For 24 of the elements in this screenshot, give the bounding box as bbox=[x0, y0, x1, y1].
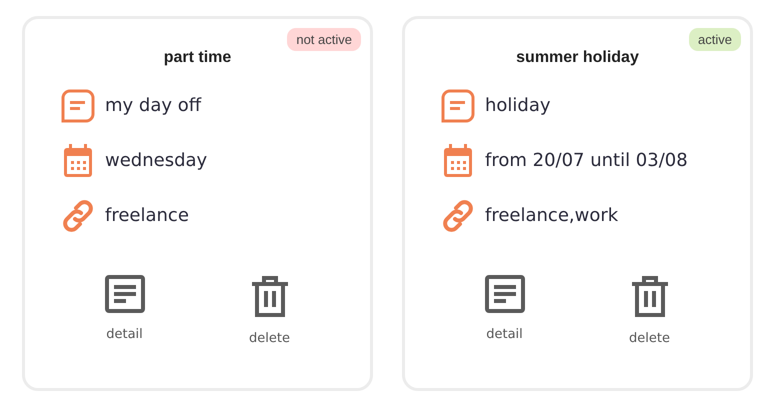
trash-icon bbox=[250, 275, 288, 317]
detail-button[interactable]: detail bbox=[432, 275, 577, 346]
card-title: part time bbox=[162, 49, 232, 68]
link-icon bbox=[441, 198, 475, 232]
row-text: holiday bbox=[485, 95, 551, 116]
row-text: freelance,work bbox=[485, 205, 618, 226]
calendar-icon bbox=[441, 144, 475, 178]
calendar-icon bbox=[61, 144, 95, 178]
row-text: from 20/07 until 03/08 bbox=[485, 150, 688, 171]
row-text: wednesday bbox=[105, 150, 208, 171]
document-icon bbox=[484, 275, 524, 313]
message-icon bbox=[441, 88, 475, 122]
delete-button[interactable]: delete bbox=[197, 275, 342, 346]
message-icon bbox=[61, 88, 95, 122]
trash-icon bbox=[630, 275, 668, 317]
detail-button[interactable]: detail bbox=[52, 275, 197, 346]
status-badge: active bbox=[689, 28, 741, 51]
card-title: summer holiday bbox=[515, 49, 640, 68]
link-icon bbox=[61, 198, 95, 232]
row-text: freelance bbox=[105, 205, 189, 226]
delete-button[interactable]: delete bbox=[577, 275, 722, 346]
document-icon bbox=[104, 275, 144, 313]
status-badge: not active bbox=[287, 28, 361, 51]
row-text: my day off bbox=[105, 95, 202, 116]
